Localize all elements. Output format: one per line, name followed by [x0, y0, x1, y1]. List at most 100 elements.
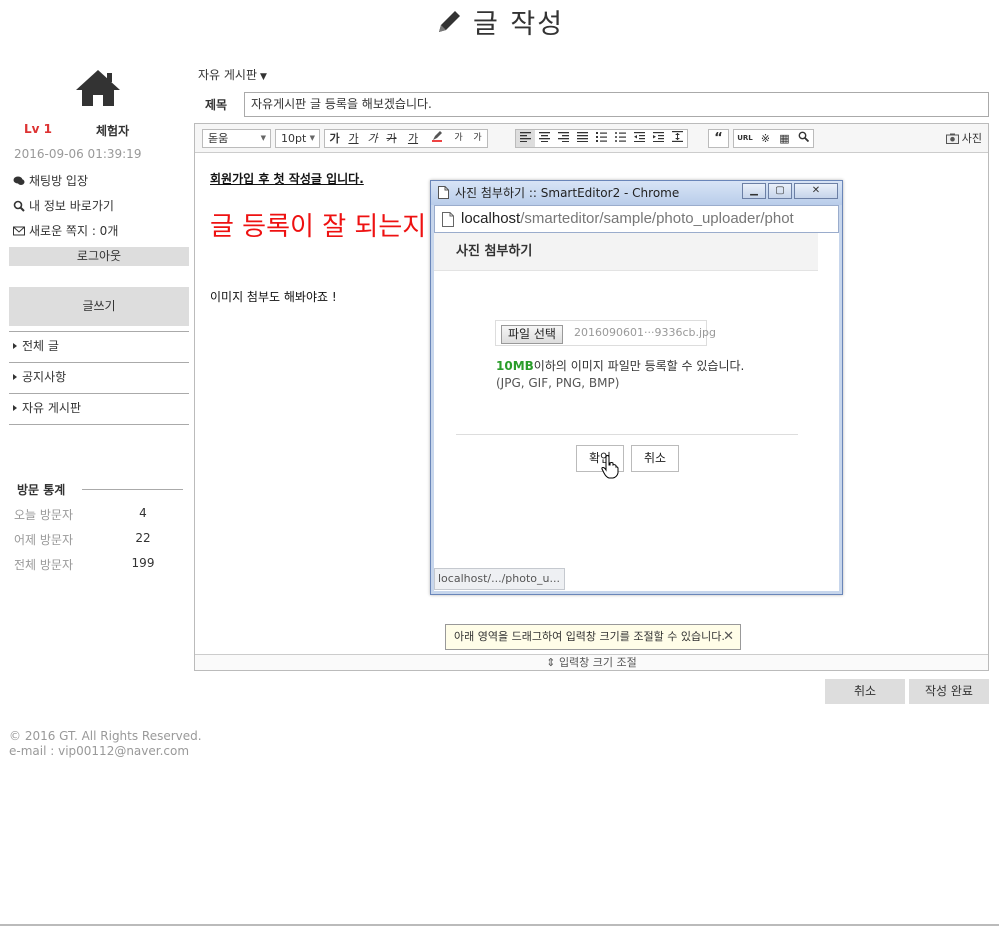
strikethrough-button[interactable]: 가 [382, 130, 401, 147]
menu-item-label: 공지사항 [22, 370, 67, 384]
chat-link[interactable]: 채팅방 입장 [13, 172, 88, 189]
content-line-3: 이미지 첨부도 해봐야죠 ! [210, 290, 337, 304]
align-center-button[interactable] [535, 130, 554, 147]
popup-body: 사진 첨부하기 파일 선택 2016090601···9336cb.jpg 10… [434, 233, 839, 591]
underline-button[interactable]: 가 [344, 130, 363, 147]
bullet-list-button[interactable] [611, 130, 630, 147]
window-close-button[interactable]: ✕ [794, 183, 838, 199]
menu-item-notice[interactable]: 공지사항 [9, 363, 189, 394]
last-login-time: 2016-09-06 01:39:19 [14, 147, 142, 161]
selected-file-name: 2016090601···9336cb.jpg [574, 326, 717, 339]
popup-titlebar[interactable]: 사진 첨부하기 :: SmartEditor2 - Chrome ▁ ▢ ✕ [431, 181, 842, 205]
highlight-button[interactable] [425, 130, 449, 147]
board-select-value: 자유 게시판 [198, 68, 258, 82]
find-replace-button[interactable] [794, 130, 813, 147]
photo-attach-label: 사진 [961, 132, 982, 145]
url-host: localhost [461, 210, 521, 227]
write-button[interactable]: 글쓰기 [9, 287, 189, 326]
user-level: Lv 1 [24, 122, 52, 136]
font-family-select[interactable]: 돋움 ▼ [202, 129, 271, 148]
envelope-icon [13, 226, 25, 235]
font-family-value: 돋움 [208, 132, 229, 145]
size-limit-value: 10MB [496, 359, 534, 373]
messages-link[interactable]: 새로운 쪽지 : 0개 [13, 222, 118, 239]
justify-button[interactable] [573, 130, 592, 147]
window-controls: ▁ ▢ ✕ [742, 183, 838, 199]
superscript-button[interactable]: 가 [449, 130, 468, 147]
bottom-divider [0, 924, 999, 926]
page-title-text: 글 작성 [472, 9, 565, 40]
popup-window-title: 사진 첨부하기 :: SmartEditor2 - Chrome [455, 186, 680, 200]
stats-divider [82, 489, 183, 490]
subscript-button[interactable]: 가 [468, 130, 487, 147]
choose-file-button[interactable]: 파일 선택 [501, 325, 563, 344]
photo-upload-popup: 사진 첨부하기 :: SmartEditor2 - Chrome ▁ ▢ ✕ l… [430, 180, 843, 595]
justify-icon [577, 132, 588, 142]
profile-link[interactable]: 내 정보 바로가기 [13, 197, 114, 214]
maximize-button[interactable]: ▢ [768, 183, 792, 199]
align-left-button[interactable] [516, 130, 535, 147]
quote-button[interactable]: “ [709, 130, 728, 147]
home-icon[interactable] [74, 68, 122, 108]
resize-label: 입력창 크기 조절 [558, 656, 637, 669]
line-height-icon [672, 131, 683, 142]
user-rank: 체험자 [96, 124, 130, 138]
hand-cursor-icon [601, 455, 619, 479]
resize-handle[interactable]: ⇕ 입력창 크기 조절 [195, 654, 988, 670]
align-right-button[interactable] [554, 130, 573, 147]
minimize-button[interactable]: ▁ [742, 183, 766, 199]
italic-button[interactable]: 가 [363, 130, 382, 147]
resize-arrows-icon: ⇕ [546, 656, 556, 669]
subject-input[interactable]: 자유게시판 글 등록을 해보겠습니다. [244, 92, 989, 117]
outdent-icon [634, 132, 645, 142]
url-button[interactable]: URL [734, 130, 756, 147]
url-path: /smarteditor/sample/photo_uploader/phot [520, 210, 794, 227]
dropdown-caret-icon: ▼ [309, 134, 315, 142]
caret-right-icon [13, 405, 17, 411]
bullet-list-icon [615, 132, 626, 142]
resize-tooltip: 아래 영역을 드래그하여 입력창 크기를 조절할 수 있습니다. ✕ [445, 624, 741, 650]
chat-link-label: 채팅방 입장 [29, 174, 89, 188]
logout-button[interactable]: 로그아웃 [9, 247, 189, 266]
paragraph-group [515, 129, 688, 148]
stat-today-label: 오늘 방문자 [14, 508, 74, 522]
line-height-button[interactable] [668, 130, 687, 147]
font-size-select[interactable]: 10pt ▼ [275, 129, 320, 148]
stat-total-value: 199 [131, 556, 155, 570]
dropdown-caret-icon: ▼ [260, 134, 266, 142]
outdent-button[interactable] [630, 130, 649, 147]
caret-right-icon [13, 343, 17, 349]
camera-icon [945, 133, 959, 144]
stat-today-value: 4 [139, 506, 147, 520]
popup-divider [456, 434, 798, 435]
align-center-icon [539, 132, 550, 142]
cancel-button[interactable]: 취소 [825, 679, 905, 704]
file-input[interactable]: 파일 선택 2016090601···9336cb.jpg [495, 320, 716, 346]
messages-link-label: 새로운 쪽지 : 0개 [29, 224, 119, 238]
insert-group: URL ※ ▦ [733, 129, 814, 148]
menu-item-all[interactable]: 전체 글 [9, 332, 189, 363]
table-button[interactable]: ▦ [775, 130, 794, 147]
stat-yesterday-value: 22 [135, 531, 151, 545]
stat-yesterday-label: 어제 방문자 [14, 533, 74, 547]
board-select[interactable]: 자유 게시판 ▼ [198, 66, 267, 83]
size-limit-note: 10MB이하의 이미지 파일만 등록할 수 있습니다. [496, 357, 744, 374]
photo-attach-button[interactable]: 사진 [945, 130, 982, 146]
dropdown-caret-icon: ▼ [260, 72, 267, 82]
allowed-formats: (JPG, GIF, PNG, BMP) [496, 376, 620, 390]
menu-item-free-board[interactable]: 자유 게시판 [9, 394, 189, 425]
popup-cancel-button[interactable]: 취소 [631, 445, 679, 472]
resize-tooltip-text: 아래 영역을 드래그하여 입력창 크기를 조절할 수 있습니다. [454, 630, 725, 643]
align-left-icon [520, 132, 531, 142]
close-icon[interactable]: ✕ [723, 625, 734, 649]
address-bar[interactable]: localhost/smarteditor/sample/photo_uploa… [434, 205, 839, 233]
font-color-button[interactable]: 가 [401, 130, 425, 147]
bold-button[interactable]: 가 [325, 130, 344, 147]
editor-toolbar: 돋움 ▼ 10pt ▼ 가 가 가 가 가 가 가 “ URL ※ ▦ 사진 [195, 124, 988, 153]
numbered-list-button[interactable] [592, 130, 611, 147]
caret-right-icon [13, 374, 17, 380]
special-char-button[interactable]: ※ [756, 130, 775, 147]
submit-button[interactable]: 작성 완료 [909, 679, 989, 704]
indent-button[interactable] [649, 130, 668, 147]
popup-heading: 사진 첨부하기 [434, 233, 818, 271]
